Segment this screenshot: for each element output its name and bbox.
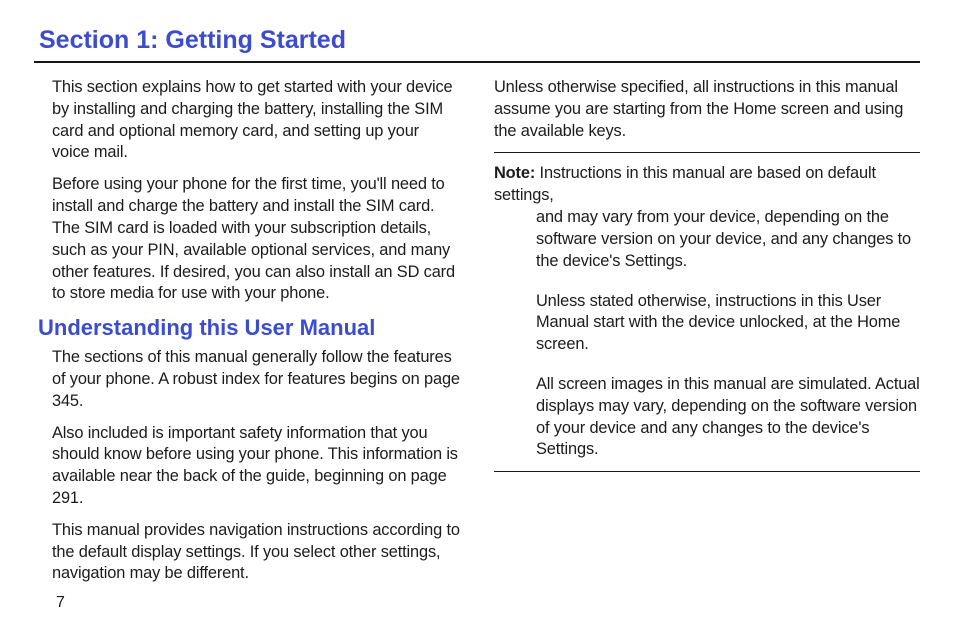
section-title: Section 1: Getting Started <box>39 26 920 55</box>
manual-paragraph-1: The sections of this manual generally fo… <box>52 347 460 412</box>
left-column: This section explains how to get started… <box>34 77 460 595</box>
right-column: Unless otherwise specified, all instruct… <box>494 77 920 595</box>
note-bottom-rule <box>494 471 920 472</box>
intro-paragraph-2: Before using your phone for the first ti… <box>52 174 460 305</box>
right-paragraph-1: Unless otherwise specified, all instruct… <box>494 77 920 142</box>
note-1-rest: and may vary from your device, depending… <box>536 207 920 272</box>
manual-paragraph-3: This manual provides navigation instruct… <box>52 520 460 585</box>
page-number: 7 <box>56 594 65 612</box>
note-label: Note: <box>494 164 535 182</box>
subheading-understanding: Understanding this User Manual <box>38 315 460 341</box>
page: Section 1: Getting Started This section … <box>0 0 954 636</box>
note-item-1: Note: Instructions in this manual are ba… <box>494 163 920 272</box>
title-rule <box>34 61 920 63</box>
note-top-rule <box>494 152 920 153</box>
note-1-firstline: Instructions in this manual are based on… <box>494 164 876 204</box>
note-item-3: All screen images in this manual are sim… <box>536 374 920 461</box>
intro-paragraph-1: This section explains how to get started… <box>52 77 460 164</box>
columns: This section explains how to get started… <box>34 77 920 595</box>
note-item-2: Unless stated otherwise, instructions in… <box>536 291 920 356</box>
note-block: Note: Instructions in this manual are ba… <box>494 163 920 461</box>
manual-paragraph-2: Also included is important safety inform… <box>52 423 460 510</box>
